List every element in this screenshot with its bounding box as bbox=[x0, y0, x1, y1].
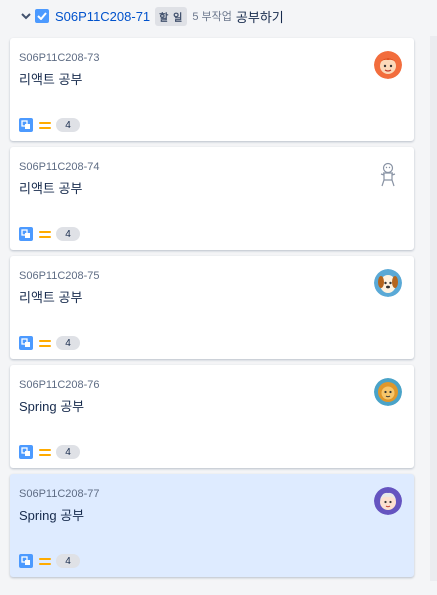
person-face-icon bbox=[374, 487, 402, 515]
avatar[interactable] bbox=[374, 487, 402, 515]
subtask-type-icon bbox=[19, 554, 33, 568]
issue-key: S06P11C208-73 bbox=[19, 52, 100, 64]
gingerbread-outline-icon bbox=[380, 162, 396, 187]
parent-issue-key[interactable]: S06P11C208-71 bbox=[55, 9, 150, 24]
issue-card[interactable]: S06P11C208-73 리액트 공부 4 bbox=[10, 38, 414, 141]
card-footer: 4 bbox=[19, 117, 80, 133]
issue-card[interactable]: S06P11C208-76 Spring 공부 4 bbox=[10, 365, 414, 468]
issue-card[interactable]: S06P11C208-75 리액트 공부 4 bbox=[10, 256, 414, 359]
priority-medium-icon bbox=[39, 338, 51, 348]
avatar[interactable] bbox=[374, 269, 402, 297]
story-points-badge: 4 bbox=[56, 336, 80, 350]
priority-medium-icon bbox=[39, 556, 51, 566]
subtask-type-icon bbox=[19, 118, 33, 132]
avatar[interactable] bbox=[374, 160, 402, 188]
status-badge: 할 일 bbox=[155, 6, 188, 26]
subtask-type-icon bbox=[19, 227, 33, 241]
issue-card[interactable]: S06P11C208-74 리액트 공부 4 bbox=[10, 147, 414, 250]
story-points-badge: 4 bbox=[56, 554, 80, 568]
issue-key: S06P11C208-74 bbox=[19, 161, 100, 173]
next-column-edge bbox=[430, 36, 437, 581]
parent-issue-summary: 공부하기 bbox=[235, 9, 284, 25]
parent-issue-header: S06P11C208-71 할 일 5 부작업 공부하기 bbox=[0, 0, 430, 32]
chevron-down-icon[interactable] bbox=[20, 10, 32, 22]
card-footer: 4 bbox=[19, 444, 80, 460]
priority-medium-icon bbox=[39, 229, 51, 239]
avatar[interactable] bbox=[374, 51, 402, 79]
issue-key: S06P11C208-76 bbox=[19, 379, 100, 391]
subtask-swimlane: S06P11C208-71 할 일 5 부작업 공부하기 S06P11C208-… bbox=[0, 0, 437, 595]
lion-face-icon bbox=[374, 378, 402, 406]
issue-card-selected[interactable]: S06P11C208-77 Spring 공부 4 bbox=[10, 474, 414, 577]
card-footer: 4 bbox=[19, 226, 80, 242]
issue-key: S06P11C208-75 bbox=[19, 270, 100, 282]
issue-summary: 리액트 공부 bbox=[19, 290, 83, 305]
issue-summary: Spring 공부 bbox=[19, 399, 85, 414]
avatar[interactable] bbox=[374, 378, 402, 406]
issue-summary: 리액트 공부 bbox=[19, 72, 83, 87]
checkbox-icon[interactable] bbox=[35, 9, 49, 23]
story-points-badge: 4 bbox=[56, 227, 80, 241]
card-footer: 4 bbox=[19, 553, 80, 569]
subtask-type-icon bbox=[19, 445, 33, 459]
story-points-badge: 4 bbox=[56, 445, 80, 459]
issue-key: S06P11C208-77 bbox=[19, 488, 100, 500]
issue-summary: Spring 공부 bbox=[19, 508, 85, 523]
card-footer: 4 bbox=[19, 335, 80, 351]
issue-summary: 리액트 공부 bbox=[19, 181, 83, 196]
subtask-count: 5 부작업 bbox=[192, 11, 232, 23]
story-points-badge: 4 bbox=[56, 118, 80, 132]
priority-medium-icon bbox=[39, 120, 51, 130]
subtask-type-icon bbox=[19, 336, 33, 350]
orange-face-icon bbox=[374, 51, 402, 79]
dog-face-icon bbox=[374, 269, 402, 297]
priority-medium-icon bbox=[39, 447, 51, 457]
